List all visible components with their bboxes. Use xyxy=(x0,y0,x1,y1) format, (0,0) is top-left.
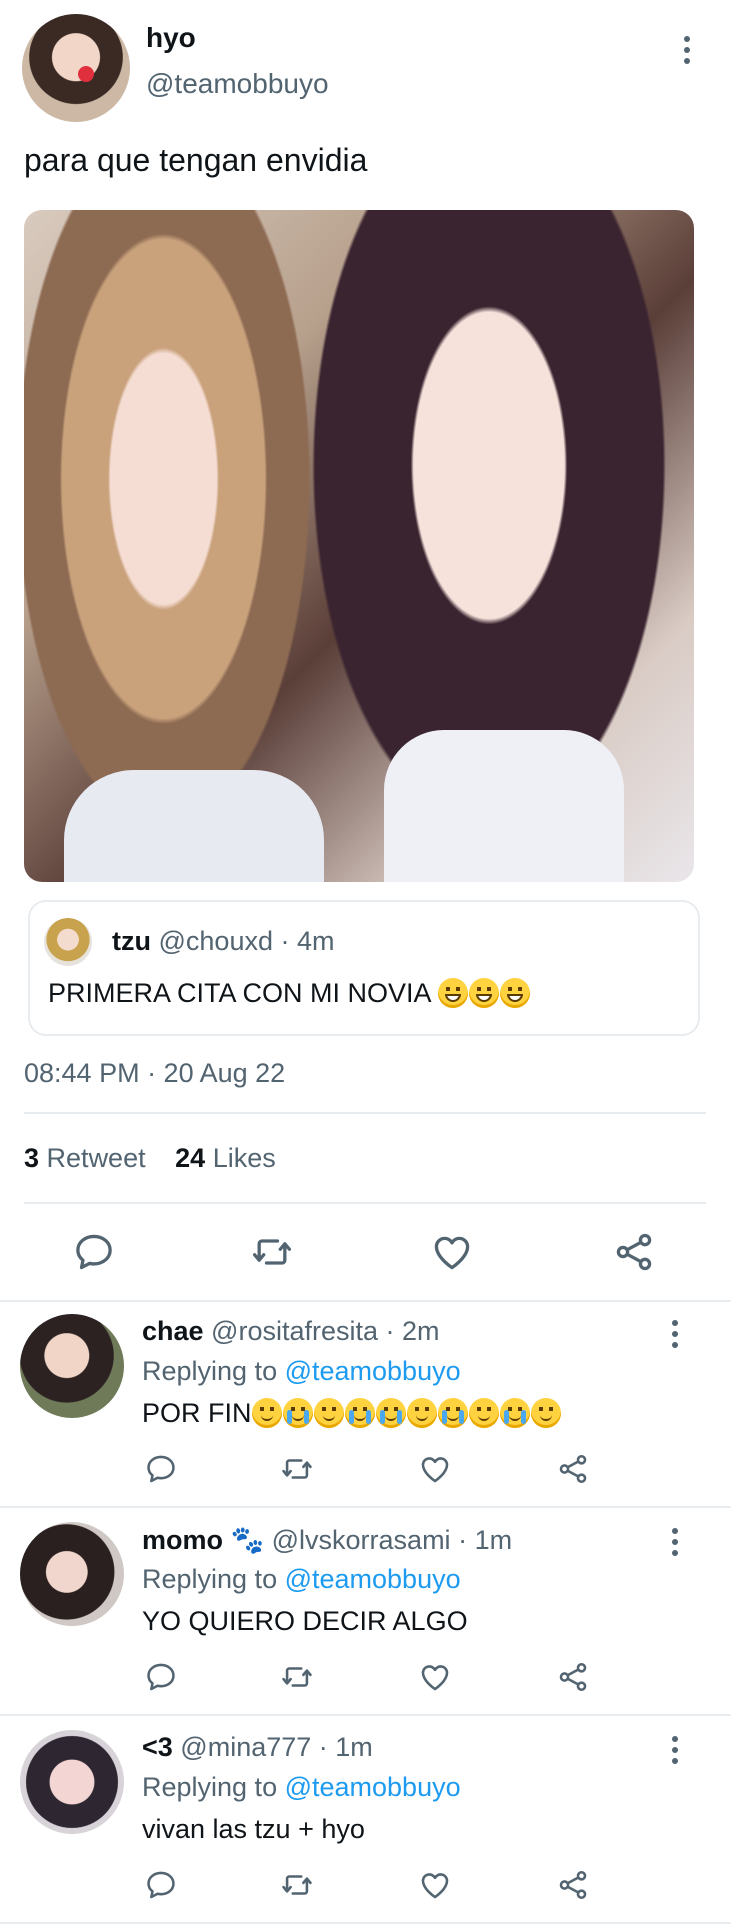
retweet-count: 3 xyxy=(24,1143,40,1173)
reply-time: 1m xyxy=(474,1525,513,1555)
reply-separator: · xyxy=(450,1525,475,1555)
tweet-timestamp: 08:44 PM · 20 Aug 22 xyxy=(24,1058,286,1088)
author-handle[interactable]: @teamobbuyo xyxy=(146,68,329,100)
reply-retweet-icon[interactable] xyxy=(280,1452,314,1486)
reply-like-icon[interactable] xyxy=(418,1452,452,1486)
more-options-icon[interactable] xyxy=(683,36,691,64)
retweet-icon[interactable] xyxy=(250,1230,294,1274)
reply-avatar[interactable] xyxy=(20,1730,124,1834)
smile-icon xyxy=(406,1398,437,1428)
reply-author-name[interactable]: <3 xyxy=(142,1732,173,1762)
reply-more-options-icon[interactable] xyxy=(671,1320,679,1348)
likes-label: Likes xyxy=(212,1143,276,1173)
quoted-tweet-card[interactable]: tzu @chouxd · 4m PRIMERA CITA CON MI NOV… xyxy=(28,900,700,1036)
reply-share-icon[interactable] xyxy=(556,1660,590,1694)
reply-reply-icon[interactable] xyxy=(144,1868,178,1902)
reply-author-handle[interactable]: @lvskorrasami xyxy=(264,1525,451,1555)
divider xyxy=(0,1714,731,1716)
reply-time: 1m xyxy=(335,1732,373,1762)
replying-to-handle[interactable]: @teamobbuyo xyxy=(285,1772,461,1802)
quote-text: PRIMERA CITA CON MI NOVIA xyxy=(48,978,431,1008)
reply-time: 2m xyxy=(402,1316,440,1346)
cry-icon xyxy=(437,1398,468,1428)
reply-avatar[interactable] xyxy=(20,1522,124,1626)
reply-avatar[interactable] xyxy=(20,1314,124,1418)
quote-avatar[interactable] xyxy=(44,918,92,966)
avatar-heart-icon xyxy=(78,66,94,82)
reply-author-handle[interactable]: @rositafresita xyxy=(204,1316,378,1346)
reply-retweet-icon[interactable] xyxy=(280,1660,314,1694)
reply-item[interactable]: chae @rositafresita · 2m Replying to @tea… xyxy=(0,1302,731,1508)
reply-separator: · xyxy=(378,1316,403,1346)
reply-share-icon[interactable] xyxy=(556,1868,590,1902)
reply-more-options-icon[interactable] xyxy=(671,1528,679,1556)
replying-to-label: Replying to xyxy=(142,1772,285,1802)
quote-separator: · xyxy=(272,926,297,956)
divider xyxy=(24,1202,706,1204)
cry-icon xyxy=(282,1398,313,1428)
likes-count: 24 xyxy=(175,1143,206,1173)
quote-emoji-row xyxy=(437,978,531,1008)
retweet-count-link[interactable]: 3 Retweet xyxy=(24,1143,153,1173)
share-icon[interactable] xyxy=(612,1230,656,1274)
smile-icon xyxy=(313,1398,344,1428)
reply-icon[interactable] xyxy=(72,1230,116,1274)
reply-emoji-row xyxy=(251,1398,562,1428)
tweet-text: para que tengan envidia xyxy=(24,142,368,178)
reply-text: POR FIN xyxy=(142,1398,252,1428)
cry-icon xyxy=(344,1398,375,1428)
author-avatar[interactable] xyxy=(22,14,130,122)
tweet-stats: 3 Retweet 24 Likes xyxy=(24,1143,276,1174)
reply-reply-icon[interactable] xyxy=(144,1452,178,1486)
replying-to-handle[interactable]: @teamobbuyo xyxy=(285,1356,461,1386)
cry-icon xyxy=(375,1398,406,1428)
reply-separator: · xyxy=(311,1732,336,1762)
reply-like-icon[interactable] xyxy=(418,1868,452,1902)
grin-icon xyxy=(437,978,468,1008)
quote-author-handle: @chouxd xyxy=(158,926,273,956)
reply-author-name[interactable]: chae xyxy=(142,1316,204,1346)
reply-like-icon[interactable] xyxy=(418,1660,452,1694)
reply-item[interactable]: <3 @mina777 · 1m Replying to @teamobbuyo v… xyxy=(0,1718,731,1924)
like-icon[interactable] xyxy=(430,1230,474,1274)
reply-more-options-icon[interactable] xyxy=(671,1736,679,1764)
author-name[interactable]: hyo xyxy=(146,22,196,54)
reply-item[interactable]: momo 🐾 @lvskorrasami · 1m Replying to @te… xyxy=(0,1510,731,1716)
likes-count-link[interactable]: 24 Likes xyxy=(175,1143,276,1173)
reply-text: vivan las tzu + hyo xyxy=(142,1814,365,1844)
reply-share-icon[interactable] xyxy=(556,1452,590,1486)
quote-time: 4m xyxy=(296,926,335,956)
reply-reply-icon[interactable] xyxy=(144,1660,178,1694)
grin-icon xyxy=(468,978,499,1008)
grin-icon xyxy=(499,978,530,1008)
quote-author-name: tzu xyxy=(112,926,151,956)
divider xyxy=(0,1506,731,1508)
smile-icon xyxy=(251,1398,282,1428)
divider xyxy=(24,1112,706,1114)
reply-text: YO QUIERO DECIR ALGO xyxy=(142,1606,468,1636)
smile-icon xyxy=(468,1398,499,1428)
reply-author-name[interactable]: momo xyxy=(142,1525,223,1555)
reply-author-handle[interactable]: @mina777 xyxy=(173,1732,311,1762)
replying-to-handle[interactable]: @teamobbuyo xyxy=(285,1564,461,1594)
replying-to-label: Replying to xyxy=(142,1564,285,1594)
replying-to-label: Replying to xyxy=(142,1356,285,1386)
retweet-label: Retweet xyxy=(46,1143,146,1173)
tweet-photo[interactable] xyxy=(24,210,694,882)
cry-icon xyxy=(499,1398,530,1428)
paw-prints-icon: 🐾 xyxy=(223,1525,265,1555)
reply-retweet-icon[interactable] xyxy=(280,1868,314,1902)
smile-icon xyxy=(530,1398,561,1428)
